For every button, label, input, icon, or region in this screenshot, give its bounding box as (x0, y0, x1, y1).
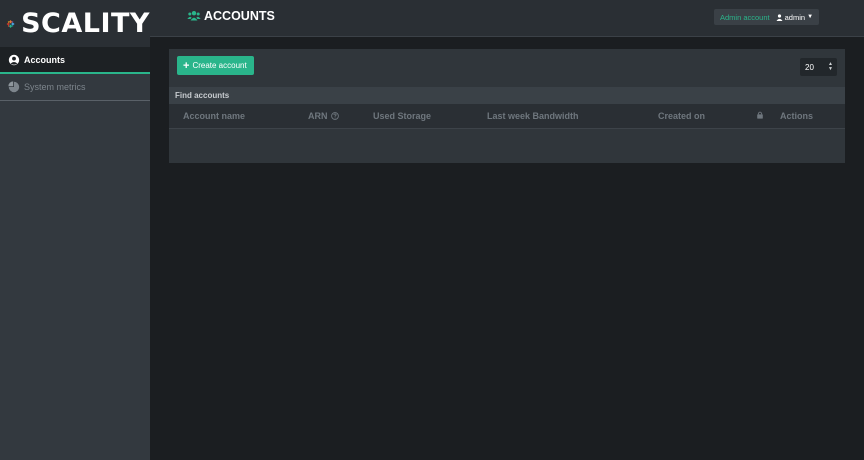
pie-chart-icon (8, 81, 20, 93)
column-last-week-bandwidth[interactable]: Last week Bandwidth (487, 111, 579, 121)
sidebar-item-system-metrics[interactable]: System metrics (0, 74, 150, 101)
create-account-button[interactable]: + Create account (177, 56, 254, 75)
users-icon (187, 10, 201, 22)
user-circle-icon (8, 54, 20, 66)
plus-icon: + (183, 59, 190, 72)
create-account-label: Create account (192, 61, 247, 70)
page-size-value: 20 (805, 62, 814, 72)
user-name: admin ▼ (776, 13, 813, 22)
sidebar-item-accounts[interactable]: Accounts (0, 47, 150, 74)
brand-name: SCALITY (21, 8, 150, 39)
user-name-text: admin (784, 12, 806, 22)
sort-arrows-icon: ▲ ▼ (828, 61, 833, 72)
find-accounts-label: Find accounts (175, 91, 230, 100)
sidebar-item-label: System metrics (24, 82, 86, 92)
help-circle-icon[interactable] (330, 112, 339, 120)
column-actions: Actions (780, 111, 814, 121)
find-accounts-filter[interactable]: Find accounts (169, 87, 845, 104)
logo[interactable]: SCALITY (0, 0, 150, 47)
sidebar: SCALITY Accounts System metrics (0, 0, 150, 460)
column-arn-label: ARN (308, 111, 328, 121)
user-role: Admin account (720, 12, 770, 22)
scality-logo-icon (6, 19, 15, 28)
column-lock (753, 111, 764, 119)
column-account-name[interactable]: Account name (183, 111, 245, 121)
user-menu[interactable]: Admin account admin ▼ (714, 9, 820, 25)
table-header-row: Account name ARN Used Storage Last week … (169, 104, 845, 129)
column-arn[interactable]: ARN (308, 111, 339, 121)
column-created-on[interactable]: Created on (658, 111, 705, 121)
page-size-select[interactable]: 20 ▲ ▼ (800, 58, 837, 76)
lock-icon (756, 111, 764, 119)
top-bar: ACCOUNTS Admin account admin ▼ (150, 0, 864, 37)
page-title: ACCOUNTS (187, 9, 275, 23)
sidebar-item-label: Accounts (24, 54, 66, 65)
column-used-storage[interactable]: Used Storage (373, 111, 431, 121)
accounts-panel: + Create account 20 ▲ ▼ Find accounts Acc… (169, 49, 845, 163)
user-icon (776, 13, 783, 21)
chevron-down-icon: ▼ (807, 14, 814, 20)
page-title-text: ACCOUNTS (204, 9, 275, 23)
